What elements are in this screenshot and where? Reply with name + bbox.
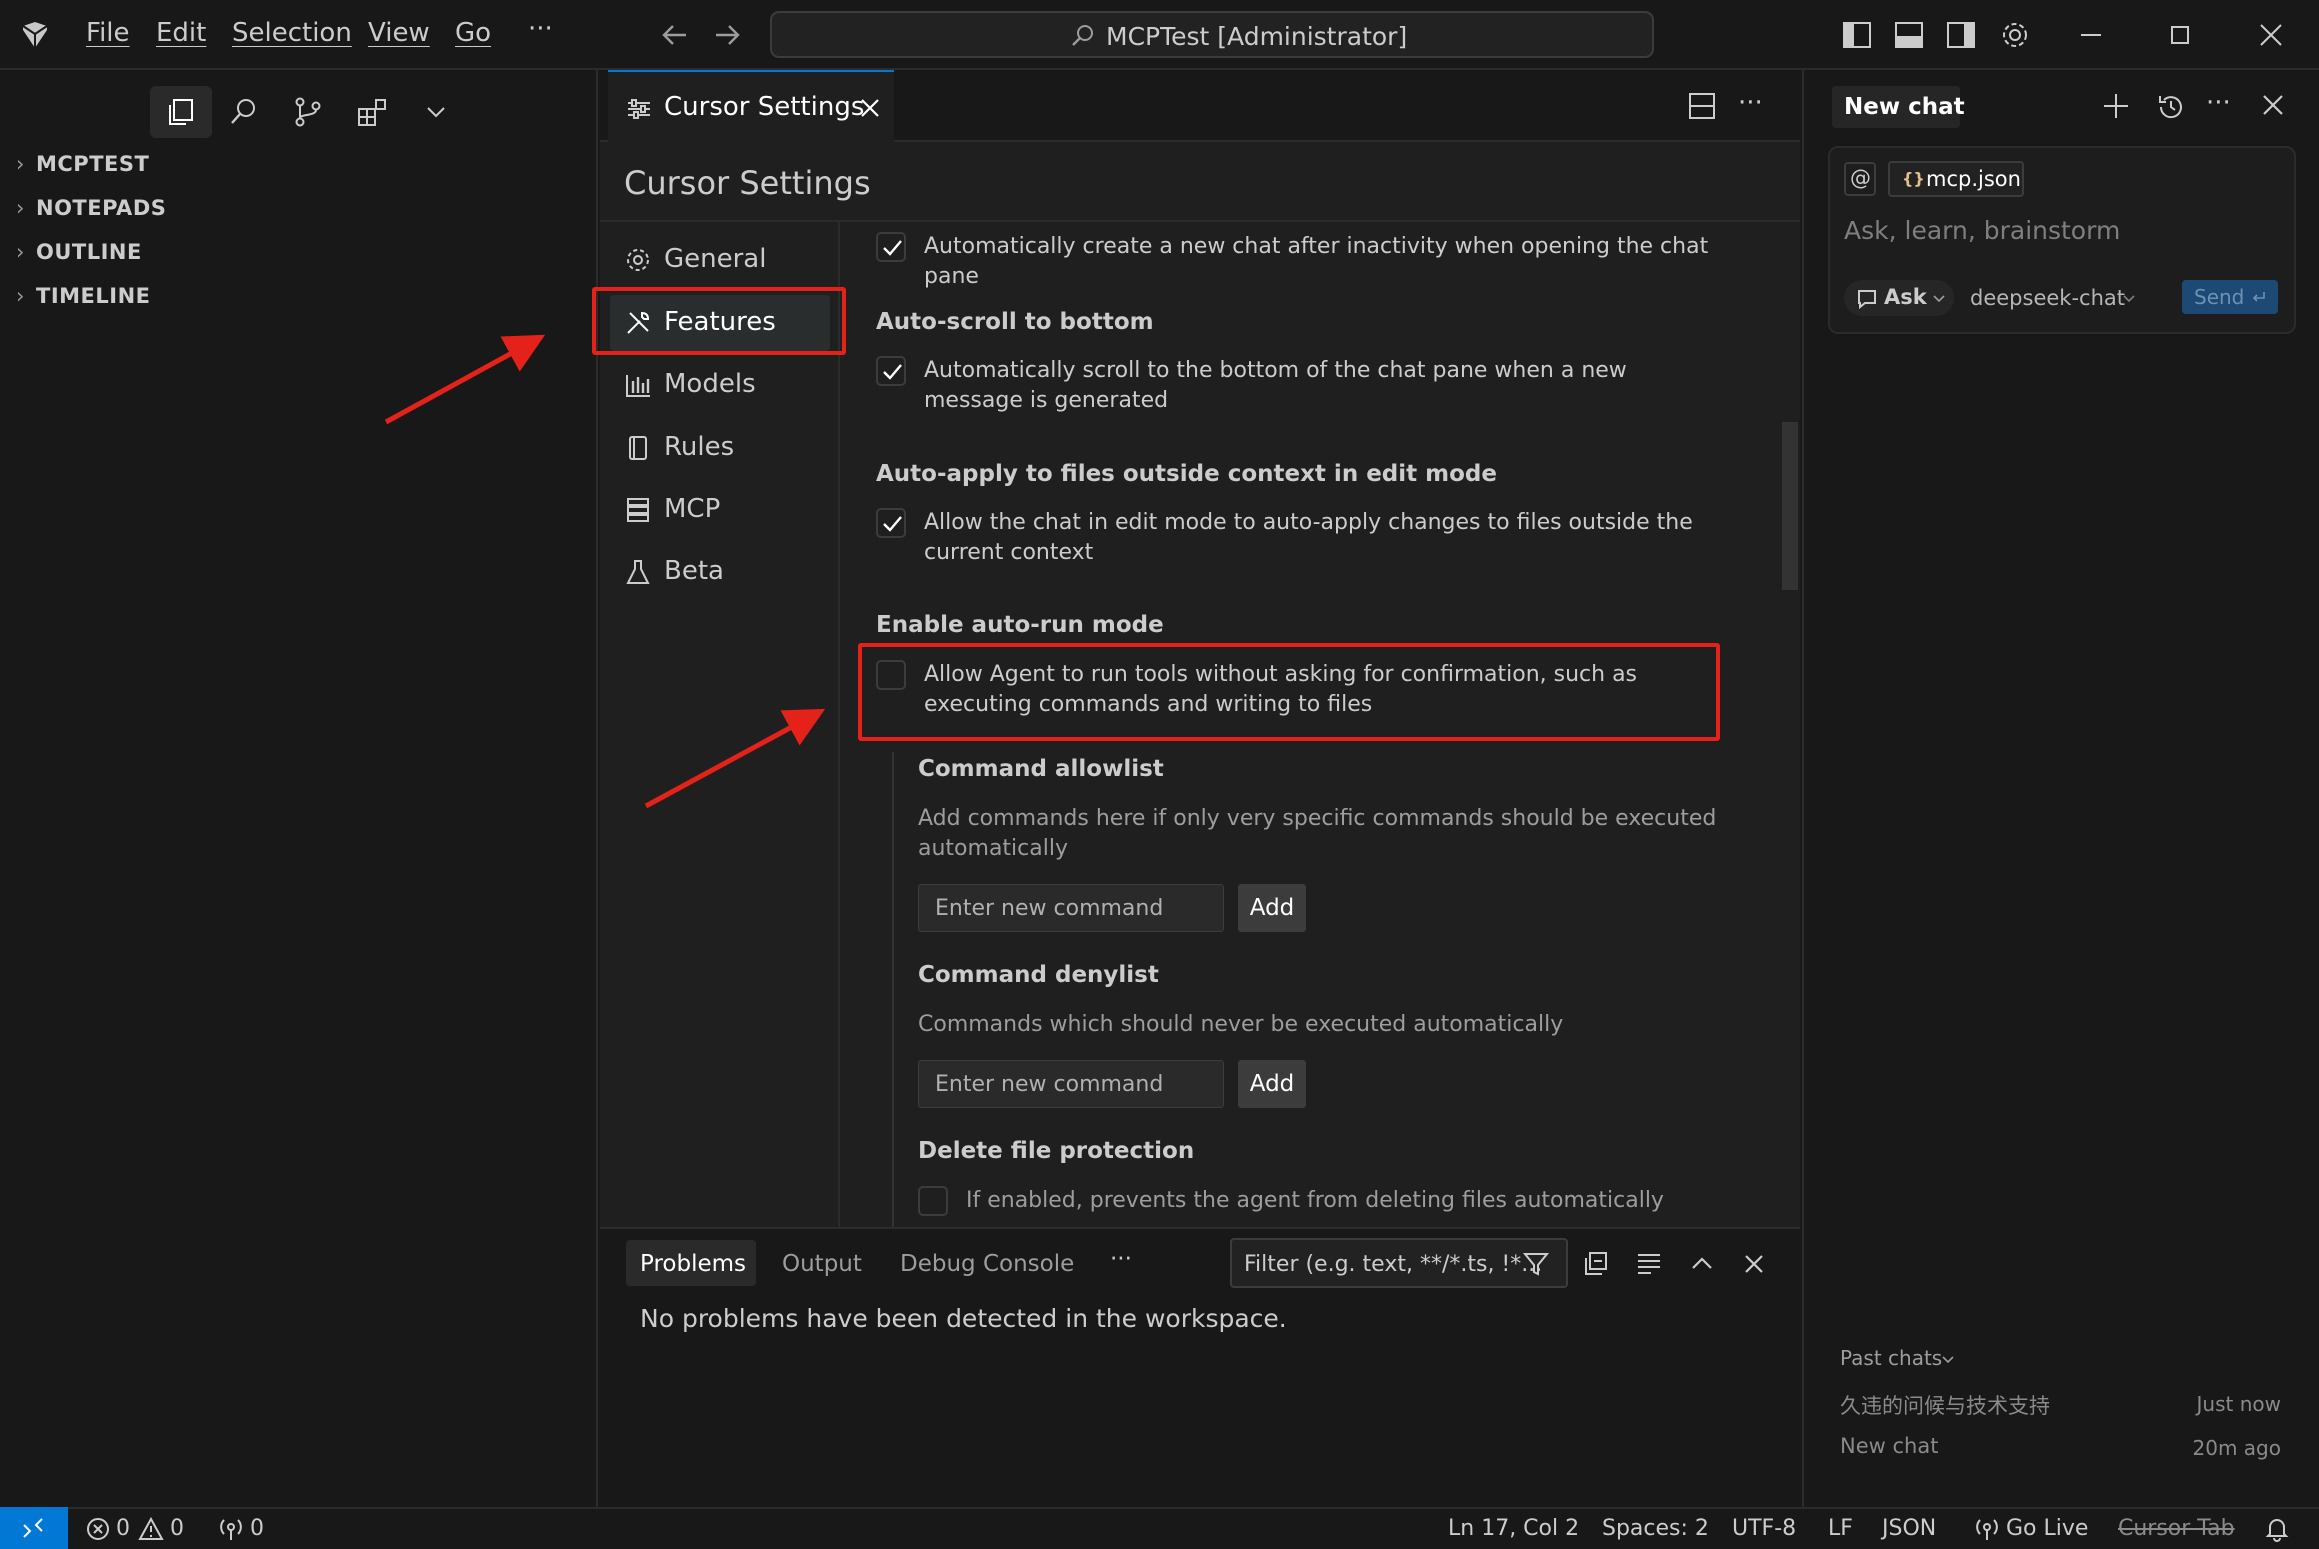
problems-message: No problems have been detected in the wo… xyxy=(640,1304,1287,1333)
broadcast-icon[interactable] xyxy=(218,1516,244,1542)
end-of-line[interactable]: LF xyxy=(1828,1516,1853,1541)
ports-count: 0 xyxy=(250,1516,264,1541)
close-panel-icon[interactable] xyxy=(1740,1250,1768,1278)
chat-tab-new-chat[interactable]: New chat xyxy=(1832,86,1965,128)
context-file-pill[interactable]: {} mcp.json xyxy=(1888,161,2024,197)
close-chat-icon[interactable] xyxy=(2260,92,2286,118)
past-chat-title[interactable]: New chat xyxy=(1840,1434,1938,1458)
collapse-all-icon[interactable] xyxy=(1582,1250,1610,1278)
chevron-down-icon xyxy=(1932,292,1946,306)
model-selector[interactable]: deepseek-chat xyxy=(1970,286,2125,310)
panel-tab-problems[interactable]: Problems xyxy=(626,1240,756,1286)
past-chats-label[interactable]: Past chats xyxy=(1840,1346,1942,1370)
warning-count: 0 xyxy=(170,1516,184,1541)
language-mode[interactable]: JSON xyxy=(1882,1516,1936,1541)
chevron-down-icon xyxy=(2122,292,2136,306)
history-icon[interactable] xyxy=(2156,92,2186,122)
mention-button[interactable]: @ xyxy=(1844,162,1876,196)
chevron-down-icon xyxy=(1940,1352,1956,1368)
status-bar xyxy=(0,1507,2319,1549)
error-count: 0 xyxy=(116,1516,130,1541)
go-live-icon xyxy=(1974,1516,2000,1542)
remote-icon xyxy=(20,1515,46,1541)
past-chat-time: Just now xyxy=(2196,1392,2281,1416)
annotation-arrow-auto-run xyxy=(644,708,826,809)
bottom-panel xyxy=(600,1227,1800,1507)
bell-icon[interactable] xyxy=(2264,1516,2290,1542)
panel-more[interactable]: ··· xyxy=(1110,1246,1132,1272)
chat-input[interactable] xyxy=(1844,212,2274,248)
encoding[interactable]: UTF-8 xyxy=(1732,1516,1796,1541)
filter-icon[interactable] xyxy=(1522,1250,1550,1278)
error-icon[interactable] xyxy=(86,1517,110,1541)
word-wrap-icon[interactable] xyxy=(1635,1250,1663,1278)
mode-selector[interactable]: Ask xyxy=(1844,280,1954,316)
panel-tab-output[interactable]: Output xyxy=(782,1251,862,1277)
enter-icon xyxy=(2252,290,2266,304)
new-chat-plus-icon[interactable] xyxy=(2102,92,2130,120)
panel-tab-debug-console[interactable]: Debug Console xyxy=(900,1251,1074,1277)
cursor-position[interactable]: Ln 17, Col 2 xyxy=(1448,1516,1579,1541)
problems-filter-input[interactable]: Filter (e.g. text, **/*.ts, !*... xyxy=(1230,1238,1568,1288)
past-chat-title[interactable]: 久违的问候与技术支持 xyxy=(1840,1390,2050,1420)
annotation-arrow-features xyxy=(384,334,546,425)
maximize-panel-icon[interactable] xyxy=(1688,1250,1716,1278)
past-chat-time: 20m ago xyxy=(2192,1436,2281,1460)
send-button[interactable]: Send xyxy=(2182,280,2278,314)
indentation[interactable]: Spaces: 2 xyxy=(1602,1516,1709,1541)
chat-more-actions[interactable]: ··· xyxy=(2206,88,2231,118)
json-file-icon: {} xyxy=(1902,169,1925,188)
warning-icon[interactable] xyxy=(138,1516,164,1542)
cursor-tab-status[interactable]: Cursor Tab xyxy=(2118,1516,2235,1541)
go-live-button[interactable]: Go Live xyxy=(2006,1516,2088,1541)
remote-indicator[interactable] xyxy=(0,1507,68,1549)
chat-bubble-icon xyxy=(1856,288,1878,310)
